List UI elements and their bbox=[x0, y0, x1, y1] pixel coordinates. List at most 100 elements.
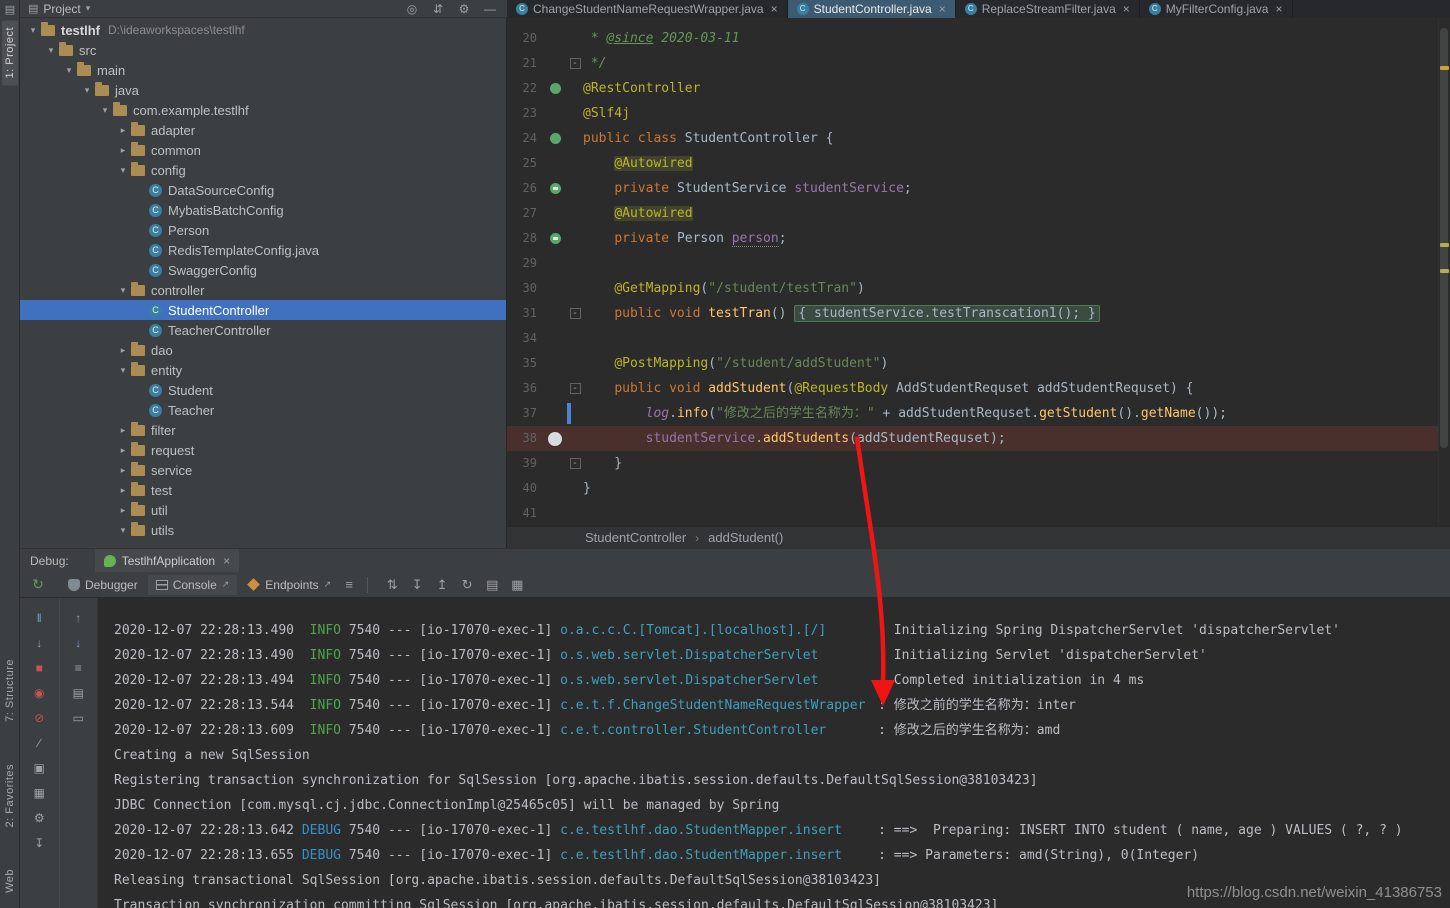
tree-item-entity[interactable]: ▾ entity bbox=[20, 360, 506, 380]
print-button[interactable]: ▤ bbox=[69, 685, 87, 701]
open-in-new-icon[interactable]: ↗ bbox=[324, 579, 332, 590]
autowired-icon[interactable] bbox=[549, 233, 561, 244]
close-icon[interactable]: × bbox=[771, 2, 778, 16]
presentation-button[interactable]: ◎ bbox=[405, 2, 419, 16]
pin-grid-button[interactable]: ▦ bbox=[507, 575, 527, 595]
code-line-35[interactable]: 35 @PostMapping("/student/addStudent") bbox=[507, 351, 1438, 376]
fold-marker-icon[interactable]: - bbox=[569, 458, 581, 469]
run-configuration-tab[interactable]: TestlhfApplication × bbox=[94, 549, 240, 572]
console-line[interactable]: 2020-12-07 22:28:13.609 INFO 7540 --- [i… bbox=[114, 718, 1444, 743]
chevron-right-icon[interactable]: ▸ bbox=[116, 145, 130, 156]
breadcrumb-class[interactable]: StudentController bbox=[585, 530, 686, 545]
chevron-right-icon[interactable]: ▸ bbox=[116, 485, 130, 496]
settings-button[interactable]: ⚙ bbox=[30, 810, 48, 826]
jump-up-button[interactable]: ↑ bbox=[69, 610, 87, 626]
tool-window-button-web[interactable]: Web bbox=[2, 862, 18, 900]
hide-window-button[interactable]: — bbox=[483, 2, 497, 16]
code-line-29[interactable]: 29 bbox=[507, 251, 1438, 276]
chevron-right-icon[interactable]: ▸ bbox=[116, 445, 130, 456]
console-line[interactable]: 2020-12-07 22:28:13.544 INFO 7540 --- [i… bbox=[114, 693, 1444, 718]
console-line[interactable]: 2020-12-07 22:28:13.490 INFO 7540 --- [i… bbox=[114, 643, 1444, 668]
tree-item-swaggerconfig[interactable]: C SwaggerConfig bbox=[20, 260, 506, 280]
chevron-down-icon[interactable]: ▾ bbox=[116, 525, 130, 536]
chevron-down-icon[interactable]: ▾ bbox=[80, 85, 94, 96]
tab-endpoints[interactable]: Endpoints ↗ bbox=[239, 575, 339, 595]
chevron-right-icon[interactable]: ▸ bbox=[116, 345, 130, 356]
breadcrumb-method[interactable]: addStudent() bbox=[708, 530, 783, 545]
project-view-selector[interactable]: ▤ Project ▾ bbox=[28, 2, 90, 16]
tree-item-com-example-testlhf[interactable]: ▾ com.example.testlhf bbox=[20, 100, 506, 120]
pin-button[interactable]: ↧ bbox=[30, 835, 48, 851]
code-line-34[interactable]: 34 bbox=[507, 326, 1438, 351]
console-line[interactable]: Creating a new SqlSession bbox=[114, 743, 1444, 768]
close-icon[interactable]: × bbox=[1275, 2, 1282, 16]
console-line[interactable]: 2020-12-07 22:28:13.494 INFO 7540 --- [i… bbox=[114, 668, 1444, 693]
tree-item-request[interactable]: ▸ request bbox=[20, 440, 506, 460]
editor-scrollbar[interactable] bbox=[1438, 18, 1450, 526]
chevron-down-icon[interactable]: ▾ bbox=[44, 45, 58, 56]
fold-marker-icon[interactable]: - bbox=[569, 308, 581, 319]
tree-item-service[interactable]: ▸ service bbox=[20, 460, 506, 480]
chevron-right-icon[interactable]: ▸ bbox=[116, 505, 130, 516]
cycle-button[interactable]: ↻ bbox=[457, 575, 477, 595]
tree-item-mybatisbatchconfig[interactable]: C MybatisBatchConfig bbox=[20, 200, 506, 220]
error-stripe-mark-warning[interactable] bbox=[1440, 66, 1449, 70]
code-line-40[interactable]: 40} bbox=[507, 476, 1438, 501]
tree-item-utils[interactable]: ▾ utils bbox=[20, 520, 506, 540]
tool-window-button-2-favorites[interactable]: 2: Favorites bbox=[2, 757, 18, 834]
tree-item-filter[interactable]: ▸ filter bbox=[20, 420, 506, 440]
tree-item-studentcontroller[interactable]: C StudentController bbox=[20, 300, 506, 320]
console-line[interactable]: JDBC Connection [com.mysql.cj.jdbc.Conne… bbox=[114, 793, 1444, 818]
scroll-to-top-button[interactable]: ↥ bbox=[432, 575, 452, 595]
code-line-22[interactable]: 22 @RestController bbox=[507, 76, 1438, 101]
close-icon[interactable]: × bbox=[223, 554, 230, 568]
restore-layout-button[interactable]: ▤ bbox=[482, 575, 502, 595]
chevron-right-icon[interactable]: ▸ bbox=[116, 125, 130, 136]
open-in-new-icon[interactable]: ↗ bbox=[222, 579, 230, 590]
tree-item-adapter[interactable]: ▸ adapter bbox=[20, 120, 506, 140]
console-line[interactable]: 2020-12-07 22:28:13.655 DEBUG 7540 --- [… bbox=[114, 843, 1444, 868]
chevron-down-icon[interactable]: ▾ bbox=[116, 165, 130, 176]
editor-tab-studentcontroller-java[interactable]: C StudentController.java × bbox=[787, 0, 956, 18]
close-icon[interactable]: × bbox=[1123, 2, 1130, 16]
view-breakpoints-button[interactable]: ◉ bbox=[30, 685, 48, 701]
bean-icon[interactable] bbox=[549, 133, 561, 144]
code-area[interactable]: 20 * @since 2020-03-11 21 - */ 22 @RestContr… bbox=[507, 18, 1438, 526]
layout-button[interactable]: ▦ bbox=[30, 785, 48, 801]
fold-marker-icon[interactable]: - bbox=[569, 58, 581, 69]
jump-down-button[interactable]: ↓ bbox=[69, 635, 87, 651]
clear-all-button[interactable]: ▭ bbox=[69, 710, 87, 726]
code-line-38[interactable]: 38 studentService.addStudents(addStudent… bbox=[507, 426, 1438, 451]
console-line[interactable]: 2020-12-07 22:28:13.642 DEBUG 7540 --- [… bbox=[114, 818, 1444, 843]
editor-tab-replacestreamfilter-java[interactable]: C ReplaceStreamFilter.java × bbox=[956, 0, 1140, 18]
tree-item-datasourceconfig[interactable]: C DataSourceConfig bbox=[20, 180, 506, 200]
tree-item-common[interactable]: ▸ common bbox=[20, 140, 506, 160]
tab-debugger[interactable]: Debugger bbox=[60, 575, 146, 595]
step-down-button[interactable]: ↓ bbox=[30, 635, 48, 651]
tree-item-teacher[interactable]: C Teacher bbox=[20, 400, 506, 420]
chevron-down-icon[interactable]: ▾ bbox=[116, 365, 130, 376]
code-line-39[interactable]: 39 - } bbox=[507, 451, 1438, 476]
editor-tab-myfilterconfig-java[interactable]: C MyFilterConfig.java × bbox=[1140, 0, 1293, 18]
fold-marker-icon[interactable]: - bbox=[569, 383, 581, 394]
close-icon[interactable]: × bbox=[939, 2, 946, 16]
code-line-23[interactable]: 23 @Slf4j bbox=[507, 101, 1438, 126]
code-line-28[interactable]: 28 private Person person; bbox=[507, 226, 1438, 251]
code-line-31[interactable]: 31 - public void testTran() { studentServ… bbox=[507, 301, 1438, 326]
chevron-down-icon[interactable]: ▾ bbox=[116, 285, 130, 296]
autowired-icon[interactable] bbox=[549, 183, 561, 194]
tree-item-student[interactable]: C Student bbox=[20, 380, 506, 400]
tab-console[interactable]: Console ↗ bbox=[147, 574, 238, 595]
tree-item-src[interactable]: ▾ src bbox=[20, 40, 506, 60]
chevron-down-icon[interactable]: ▾ bbox=[62, 65, 76, 76]
chevron-right-icon[interactable]: ▸ bbox=[116, 425, 130, 436]
console-line[interactable]: Registering transaction synchronization … bbox=[114, 768, 1444, 793]
chevron-down-icon[interactable]: ▾ bbox=[26, 25, 40, 36]
tree-item-util[interactable]: ▸ util bbox=[20, 500, 506, 520]
pause-button[interactable]: ‖ bbox=[30, 610, 48, 626]
diff-button[interactable]: ⇵ bbox=[431, 2, 445, 16]
tree-item-test[interactable]: ▸ test bbox=[20, 480, 506, 500]
chevron-down-icon[interactable]: ▾ bbox=[98, 105, 112, 116]
breakpoint-icon[interactable] bbox=[548, 431, 562, 446]
bean-icon[interactable] bbox=[549, 83, 561, 94]
